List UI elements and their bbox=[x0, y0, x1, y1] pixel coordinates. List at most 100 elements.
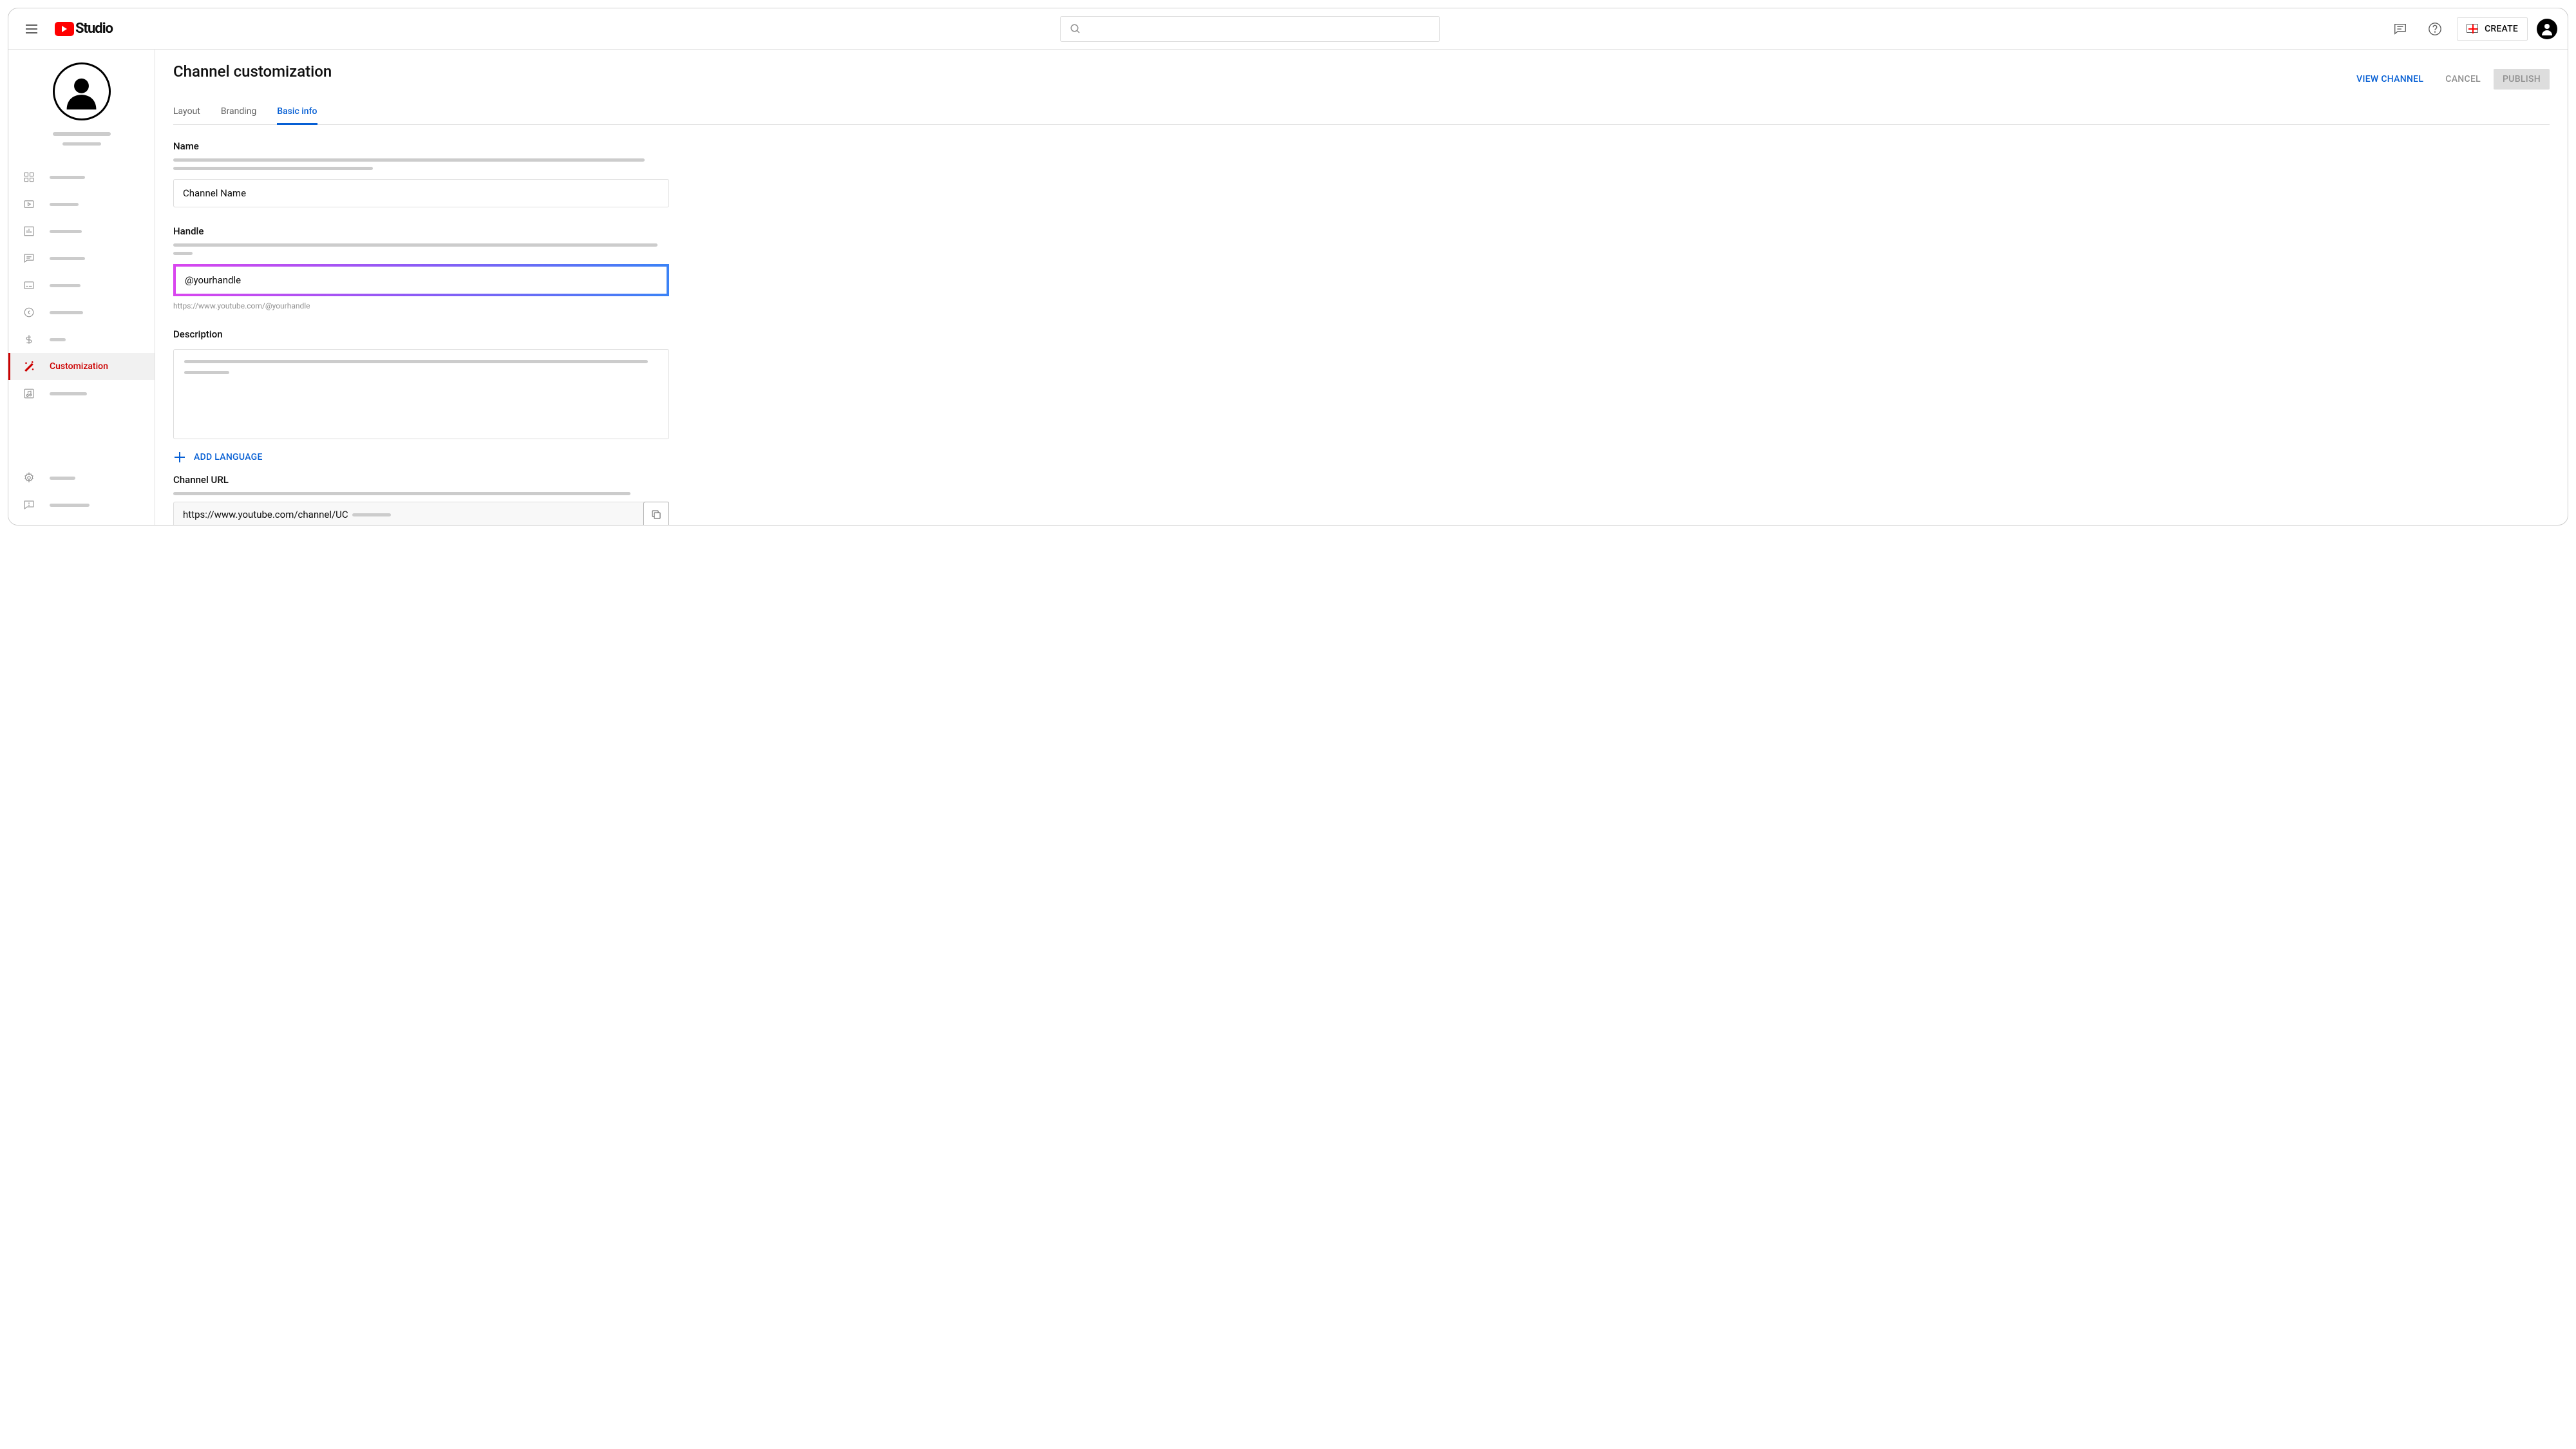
studio-logo[interactable]: Studio bbox=[55, 21, 113, 37]
nav-label-placeholder bbox=[50, 392, 87, 395]
search-icon bbox=[1070, 23, 1081, 35]
tab-layout[interactable]: Layout bbox=[173, 99, 200, 124]
create-button[interactable]: CREATE bbox=[2457, 17, 2528, 41]
header-actions: CREATE bbox=[2387, 16, 2557, 42]
channel-url-row: https://www.youtube.com/channel/UC bbox=[173, 502, 669, 525]
subtitles-icon bbox=[23, 279, 35, 292]
add-language-label: ADD LANGUAGE bbox=[194, 452, 263, 462]
sidebar-profile bbox=[8, 50, 155, 152]
dollar-icon bbox=[23, 333, 35, 346]
channel-sub-placeholder bbox=[62, 142, 101, 146]
copy-url-button[interactable] bbox=[643, 502, 669, 525]
plus-icon bbox=[173, 451, 186, 464]
main-header: Channel customization VIEW CHANNEL CANCE… bbox=[155, 50, 2568, 125]
nav-item-comments[interactable] bbox=[8, 245, 155, 272]
studio-wordmark: Studio bbox=[75, 21, 113, 37]
nav-item-copyright[interactable] bbox=[8, 299, 155, 326]
description-textarea[interactable] bbox=[173, 349, 669, 439]
section-description: Description ADD LANGUAGE bbox=[173, 328, 820, 464]
nav-item-analytics[interactable] bbox=[8, 218, 155, 245]
search-input[interactable] bbox=[1060, 16, 1440, 42]
feedback-button[interactable] bbox=[2387, 16, 2413, 42]
handle-helper-text: https://www.youtube.com/@yourhandle bbox=[173, 301, 820, 310]
tab-branding[interactable]: Branding bbox=[221, 99, 256, 124]
content-area: Name Channel Name Handle @yourhandle htt bbox=[155, 125, 838, 525]
view-channel-button[interactable]: VIEW CHANNEL bbox=[2347, 69, 2432, 90]
nav-label-placeholder bbox=[50, 284, 80, 287]
nav-item-subtitles[interactable] bbox=[8, 272, 155, 299]
tabs: Layout Branding Basic info bbox=[173, 99, 2550, 125]
description-placeholder bbox=[173, 492, 630, 495]
page-title: Channel customization bbox=[173, 62, 332, 80]
title-row: Channel customization VIEW CHANNEL CANCE… bbox=[173, 62, 2550, 90]
nav-label-placeholder bbox=[50, 257, 85, 260]
create-plus-icon bbox=[2467, 23, 2479, 35]
add-language-button[interactable]: ADD LANGUAGE bbox=[173, 451, 820, 464]
nav-item-feedback[interactable] bbox=[8, 491, 155, 518]
nav-item-content[interactable] bbox=[8, 191, 155, 218]
description-placeholder bbox=[184, 371, 229, 374]
publish-button: PUBLISH bbox=[2494, 69, 2550, 90]
section-channel-url: Channel URL https://www.youtube.com/chan… bbox=[173, 474, 820, 525]
name-label: Name bbox=[173, 140, 820, 152]
description-placeholder bbox=[173, 243, 658, 247]
tab-basic-info[interactable]: Basic info bbox=[277, 99, 317, 124]
menu-button[interactable] bbox=[19, 16, 44, 42]
sidebar-nav: Customization bbox=[8, 164, 155, 464]
description-placeholder bbox=[184, 360, 648, 363]
main-content: Channel customization VIEW CHANNEL CANCE… bbox=[155, 50, 2568, 525]
analytics-icon bbox=[23, 225, 35, 238]
channel-url-value: https://www.youtube.com/channel/UC bbox=[183, 509, 348, 520]
audio-icon bbox=[23, 387, 35, 400]
copyright-icon bbox=[23, 306, 35, 319]
flag-icon bbox=[23, 498, 35, 511]
nav-label-placeholder bbox=[50, 477, 75, 480]
handle-value: @yourhandle bbox=[185, 274, 241, 286]
app-window: Studio CREATE bbox=[8, 8, 2568, 526]
nav-label-placeholder bbox=[50, 230, 82, 233]
nav-item-settings[interactable] bbox=[8, 464, 155, 491]
url-id-placeholder bbox=[352, 513, 391, 516]
description-placeholder bbox=[173, 158, 645, 162]
help-button[interactable] bbox=[2422, 16, 2448, 42]
search-container bbox=[123, 16, 2377, 42]
content-icon bbox=[23, 198, 35, 211]
top-header: Studio CREATE bbox=[8, 8, 2568, 50]
avatar-icon bbox=[2539, 21, 2555, 37]
channel-name-value: Channel Name bbox=[183, 187, 246, 199]
channel-name-placeholder bbox=[53, 132, 111, 136]
copy-icon bbox=[650, 509, 662, 520]
description-placeholder bbox=[173, 252, 193, 255]
handle-input[interactable]: @yourhandle bbox=[173, 264, 669, 296]
nav-label-placeholder bbox=[50, 176, 85, 179]
nav-label-placeholder bbox=[50, 203, 79, 206]
create-label: CREATE bbox=[2485, 24, 2518, 34]
description-label: Description bbox=[173, 328, 820, 340]
nav-item-dashboard[interactable] bbox=[8, 164, 155, 191]
section-handle: Handle @yourhandle https://www.youtube.c… bbox=[173, 225, 820, 310]
sidebar-bottom bbox=[8, 464, 155, 525]
section-name: Name Channel Name bbox=[173, 140, 820, 207]
dashboard-icon bbox=[23, 171, 35, 184]
comments-icon bbox=[23, 252, 35, 265]
nav-label-placeholder bbox=[50, 504, 90, 507]
chat-icon bbox=[2393, 22, 2407, 36]
sidebar: Customization bbox=[8, 50, 155, 525]
channel-avatar[interactable] bbox=[53, 62, 111, 120]
handle-label: Handle bbox=[173, 225, 820, 237]
account-avatar[interactable] bbox=[2537, 19, 2557, 39]
nav-item-customization[interactable]: Customization bbox=[8, 353, 155, 380]
nav-label-customization: Customization bbox=[50, 361, 108, 372]
help-icon bbox=[2428, 22, 2442, 36]
nav-label-placeholder bbox=[50, 338, 66, 341]
wand-icon bbox=[23, 360, 35, 373]
cancel-button[interactable]: CANCEL bbox=[2436, 69, 2490, 90]
nav-item-monetization[interactable] bbox=[8, 326, 155, 353]
nav-item-audio[interactable] bbox=[8, 380, 155, 407]
hamburger-icon bbox=[26, 24, 37, 33]
channel-url-input[interactable]: https://www.youtube.com/channel/UC bbox=[173, 502, 669, 525]
gear-icon bbox=[23, 471, 35, 484]
channel-name-input[interactable]: Channel Name bbox=[173, 179, 669, 207]
youtube-icon bbox=[55, 22, 74, 36]
body: Customization bbox=[8, 50, 2568, 525]
